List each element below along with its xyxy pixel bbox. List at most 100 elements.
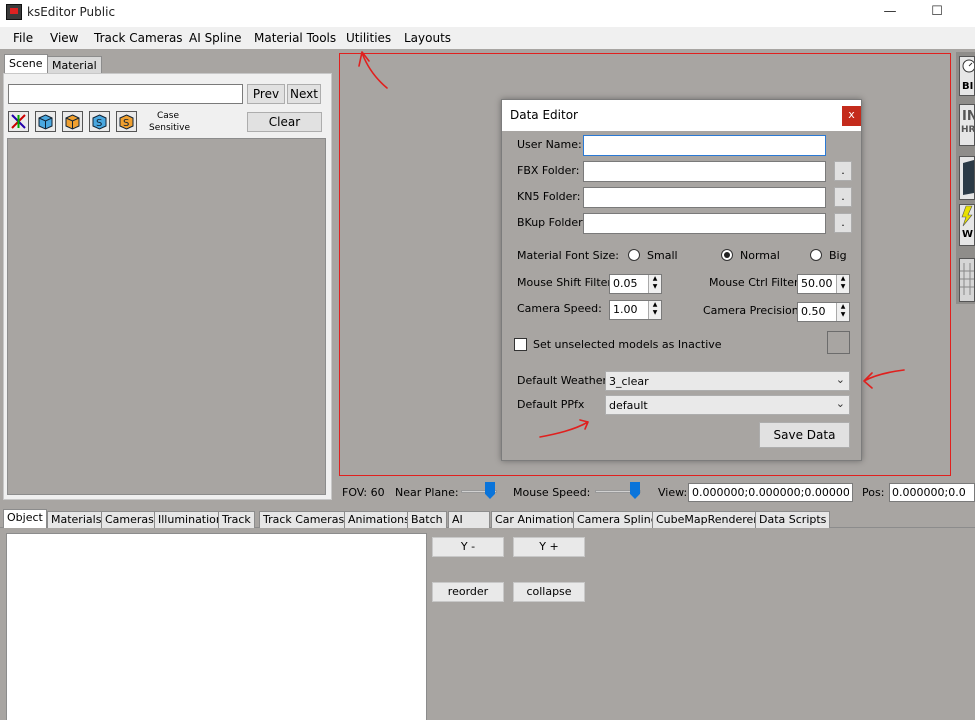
camera-precision-value: 0.50 [801, 305, 826, 318]
kn5-folder-input[interactable] [583, 187, 826, 208]
tab-batch[interactable]: Batch [407, 511, 447, 528]
font-size-normal-label: Normal [740, 249, 780, 262]
hr-icon[interactable]: IN HR [959, 104, 975, 146]
save-data-button[interactable]: Save Data [759, 422, 850, 448]
tab-illumination[interactable]: Illumination [154, 511, 227, 528]
reorder-button[interactable]: reorder [432, 582, 504, 602]
app-icon [6, 4, 22, 20]
annotation-arrow-weather [863, 369, 905, 389]
menu-view[interactable]: View [50, 31, 78, 45]
tab-track[interactable]: Track [218, 511, 255, 528]
window-title: ksEditor Public [27, 5, 116, 19]
inactive-checkbox-label: Set unselected models as Inactive [533, 338, 722, 351]
tab-material[interactable]: Material [47, 56, 102, 74]
tab-cameras[interactable]: Cameras [101, 511, 158, 528]
default-weather-select[interactable]: 3_clear ⌄ [605, 371, 850, 391]
title-bar: ksEditor Public — ☐ [0, 0, 975, 27]
data-editor-dialog: Data Editor x User Name: FBX Folder: . K… [501, 99, 862, 461]
mouse-shift-stepper[interactable]: 0.05 ▲ ▼ [609, 274, 662, 294]
stepper-arrows-icon[interactable]: ▲ ▼ [836, 275, 849, 293]
right-toolbar-text-bi: BI [962, 81, 974, 92]
view-input[interactable] [688, 483, 853, 502]
camera-speed-stepper[interactable]: 1.00 ▲ ▼ [609, 300, 662, 320]
menu-utilities[interactable]: Utilities [346, 31, 391, 45]
user-name-input[interactable] [583, 135, 826, 156]
minimize-button[interactable]: — [880, 3, 900, 21]
clear-button[interactable]: Clear [247, 112, 322, 132]
collapse-button[interactable]: collapse [513, 582, 585, 602]
menu-ai-spline[interactable]: AI Spline [189, 31, 241, 45]
bkup-browse-button[interactable]: . [834, 213, 852, 233]
svg-text:S: S [123, 118, 129, 129]
mouse-speed-label: Mouse Speed: [513, 486, 591, 499]
menu-material-tools[interactable]: Material Tools [254, 31, 336, 45]
menu-layouts[interactable]: Layouts [404, 31, 451, 45]
color-swatch-button[interactable] [827, 331, 850, 354]
default-weather-label: Default Weather [517, 374, 608, 387]
mouse-ctrl-stepper[interactable]: 50.00 ▲ ▼ [797, 274, 850, 294]
panel-icon[interactable] [959, 156, 975, 200]
scene-tree[interactable] [7, 138, 326, 495]
tab-animations[interactable]: Animations [344, 511, 414, 528]
maximize-button[interactable]: ☐ [927, 3, 947, 21]
default-ppfx-select[interactable]: default ⌄ [605, 395, 850, 415]
kn5-browse-button[interactable]: . [834, 187, 852, 207]
tab-camera-spline[interactable]: Camera Spline [573, 511, 662, 528]
y-plus-button[interactable]: Y + [513, 537, 585, 557]
fbx-folder-label: FBX Folder: [517, 164, 580, 177]
tab-materials[interactable]: Materials [47, 511, 106, 528]
annotation-arrow-utilities [358, 51, 388, 89]
pos-label: Pos: [862, 486, 885, 499]
bkup-folder-label: BKup Folder: [517, 216, 587, 229]
tab-object[interactable]: Object [3, 509, 47, 528]
kn5-folder-label: KN5 Folder: [517, 190, 581, 203]
grid-icon[interactable] [959, 258, 975, 302]
fov-label: FOV: 60 [342, 486, 385, 499]
fbx-browse-button[interactable]: . [834, 161, 852, 181]
gauge-icon[interactable]: BI [959, 56, 975, 96]
camera-speed-label: Camera Speed: [517, 302, 602, 315]
dialog-title: Data Editor [510, 108, 578, 122]
font-size-normal-radio[interactable] [721, 249, 733, 261]
tab-ai[interactable]: AI [448, 511, 490, 528]
menu-track-cameras[interactable]: Track Cameras [94, 31, 183, 45]
mouse-speed-slider-thumb[interactable] [630, 482, 640, 499]
tab-car-animations[interactable]: Car Animations [491, 511, 584, 528]
stepper-arrows-icon[interactable]: ▲ ▼ [836, 303, 849, 321]
font-size-small-label: Small [647, 249, 678, 262]
chevron-down-icon: ⌄ [835, 397, 845, 410]
object-list[interactable] [6, 533, 427, 720]
annotation-arrow-ppfx [539, 419, 589, 438]
font-size-small-radio[interactable] [628, 249, 640, 261]
camera-speed-value: 1.00 [613, 303, 638, 316]
menu-file[interactable]: File [13, 31, 33, 45]
font-size-big-radio[interactable] [810, 249, 822, 261]
fbx-folder-input[interactable] [583, 161, 826, 182]
stepper-arrows-icon[interactable]: ▲ ▼ [648, 275, 661, 293]
weather-icon[interactable]: W [959, 204, 975, 246]
prev-button[interactable]: Prev [247, 84, 285, 104]
axis-icon[interactable] [8, 111, 29, 132]
right-toolbar-text-hr: HR [961, 125, 975, 135]
stepper-arrows-icon[interactable]: ▲ ▼ [648, 301, 661, 319]
cube-orange-icon[interactable] [62, 111, 83, 132]
dialog-close-button[interactable]: x [842, 106, 861, 126]
dialog-title-bar: Data Editor x [502, 100, 861, 131]
pos-input[interactable] [889, 483, 975, 502]
tab-cubemap-renderer[interactable]: CubeMapRenderer [652, 511, 762, 528]
scene-search-input[interactable] [8, 84, 243, 104]
y-minus-button[interactable]: Y - [432, 537, 504, 557]
bkup-folder-input[interactable] [583, 213, 826, 234]
cube-icon[interactable] [35, 111, 56, 132]
next-button[interactable]: Next [287, 84, 321, 104]
tab-data-scripts[interactable]: Data Scripts [755, 511, 831, 528]
near-plane-slider-thumb[interactable] [485, 482, 495, 499]
inactive-checkbox[interactable] [514, 338, 527, 351]
tab-track-cameras[interactable]: Track Cameras [259, 511, 349, 528]
s-cube-orange-icon[interactable]: S [116, 111, 137, 132]
tab-scene[interactable]: Scene [4, 54, 48, 73]
s-cube-icon[interactable]: S [89, 111, 110, 132]
default-ppfx-value: default [609, 399, 648, 412]
camera-precision-stepper[interactable]: 0.50 ▲ ▼ [797, 302, 850, 322]
user-name-label: User Name: [517, 138, 582, 151]
